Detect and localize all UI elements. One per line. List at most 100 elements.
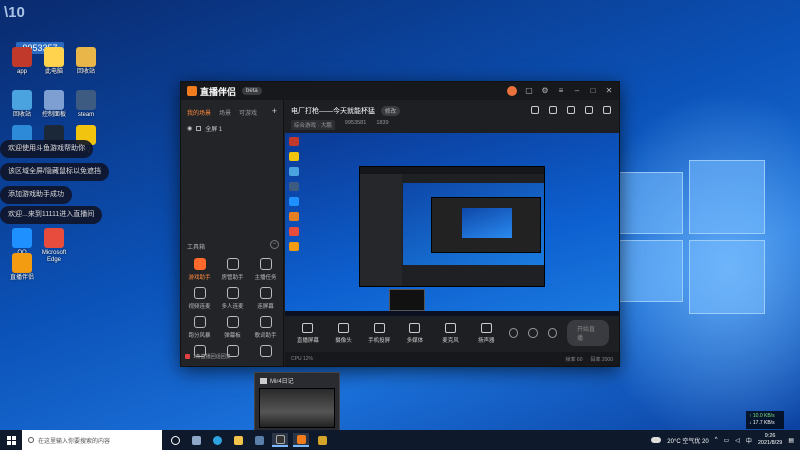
- record-control-icon[interactable]: [509, 328, 519, 338]
- tool-item[interactable]: 视频连麦: [183, 287, 216, 310]
- notification-center-icon[interactable]: ▤: [788, 437, 794, 444]
- menu-icon[interactable]: ≡: [557, 87, 565, 95]
- scene-type-icon: [196, 126, 202, 131]
- mic-settings-icon[interactable]: [528, 328, 538, 338]
- share-icon[interactable]: [603, 106, 611, 114]
- add-scene-icon[interactable]: +: [272, 107, 277, 117]
- tool-icon: [259, 316, 272, 328]
- tool-item[interactable]: 连屏幕: [249, 287, 282, 310]
- desktop-icon[interactable]: steam: [66, 90, 106, 119]
- popup-title: Mir4日记: [270, 379, 294, 385]
- notification-3[interactable]: 添加游戏助手成功: [0, 186, 72, 204]
- netspeed-widget: ↑ 10.0 KB/s ↓ 17.7 KB/s: [746, 411, 784, 429]
- desktop-icon-label: 回收站: [76, 69, 95, 75]
- app-logo-icon: [187, 86, 197, 96]
- tool-item[interactable]: 房管助手: [216, 258, 249, 281]
- tool-item[interactable]: 跑分风暴: [183, 316, 216, 339]
- tools-close-icon[interactable]: −: [270, 240, 279, 249]
- clock-time: 9:26: [764, 433, 776, 439]
- lock-icon[interactable]: [567, 106, 575, 114]
- tab-scenes[interactable]: 场景: [219, 108, 231, 117]
- scene-tabs: 我的场景 场景 可游戏 +: [181, 100, 283, 121]
- status-cpu: CPU 12%: [291, 356, 313, 362]
- taskbar-steam[interactable]: [251, 433, 267, 447]
- source-control[interactable]: 扬声器: [473, 322, 499, 344]
- room-header: 电厂打枪——今天就能杯猛 修改 综合游戏 · 大鹏 9953581 1839: [285, 100, 619, 134]
- tab-my-scenes[interactable]: 我的场景: [187, 108, 211, 117]
- clock[interactable]: 9:26 2021/8/29: [758, 433, 782, 447]
- taskbar-preview-popup[interactable]: Mir4日记: [254, 372, 340, 434]
- tool-item[interactable]: [249, 345, 282, 360]
- user-avatar[interactable]: [507, 86, 517, 96]
- source-control[interactable]: 手机投屏: [366, 322, 392, 344]
- desktop-icon-image: [12, 253, 32, 273]
- tool-item[interactable]: 弹幕板: [216, 316, 249, 339]
- tool-item[interactable]: 主播任务: [249, 258, 282, 281]
- message-icon[interactable]: ▢: [525, 87, 533, 95]
- network-icon[interactable]: ▭: [724, 437, 730, 444]
- taskbar-search[interactable]: 在这里输入你要搜索的内容: [22, 430, 162, 450]
- taskbar-edge[interactable]: [209, 433, 225, 447]
- taskbar-explorer[interactable]: [230, 433, 246, 447]
- desktop-icon-image: [76, 47, 96, 67]
- close-icon[interactable]: ✕: [605, 87, 613, 95]
- taskbar-game-app[interactable]: [314, 433, 330, 447]
- maximize-icon[interactable]: □: [589, 87, 597, 95]
- desktop-icon-image: [12, 47, 32, 67]
- notification-2[interactable]: 该区域全屏/隐藏鼠标以免遮挡: [0, 163, 109, 181]
- source-control-label: 多媒体: [406, 337, 424, 344]
- taskbar-widgets[interactable]: [188, 433, 204, 447]
- source-controls: 直播屏幕 摄像头 手机投屏 多媒体 麦克风 扬声器 开始直播: [285, 316, 619, 350]
- desktop-icon[interactable]: 回收站: [66, 47, 106, 76]
- version-badge[interactable]: beta: [242, 87, 262, 95]
- stream-preview[interactable]: [285, 133, 619, 316]
- status-bitrate: 码率 2000: [590, 356, 613, 363]
- source-control[interactable]: 麦克风: [438, 322, 464, 344]
- source-control[interactable]: 摄像头: [331, 322, 357, 344]
- left-status: 1条直播回话回复: [185, 353, 231, 360]
- scene-item[interactable]: ◉ 全屏 1: [181, 121, 283, 136]
- ime-indicator[interactable]: 中: [746, 436, 752, 445]
- source-control-icon: [480, 322, 492, 333]
- taskbar-video-app[interactable]: [272, 433, 288, 447]
- record-icon: [185, 354, 190, 359]
- net-download: ↓ 17.7 KB/s: [749, 420, 775, 426]
- gift-icon[interactable]: [531, 106, 539, 114]
- notification-1[interactable]: 欢迎使用斗鱼游戏帮助你: [0, 140, 93, 158]
- minimize-icon[interactable]: –: [573, 87, 581, 95]
- desktop-icon[interactable]: 直播伴侣: [2, 253, 42, 282]
- start-button[interactable]: [0, 430, 22, 450]
- windows-taskbar: 在这里输入你要搜索的内容 20°C 空气优 20 ^ ▭ ◁ 中 9:26 20…: [0, 430, 800, 450]
- notification-4[interactable]: 欢迎...来到11111进入直播间: [0, 206, 103, 224]
- tool-item[interactable]: 多人连麦: [216, 287, 249, 310]
- source-control[interactable]: 多媒体: [402, 322, 428, 344]
- app-status-bar: CPU 12% 帧率 60 码率 2000: [285, 352, 619, 366]
- taskbar-stream-app[interactable]: [293, 433, 309, 447]
- tool-item[interactable]: 游戏助手: [183, 258, 216, 281]
- edit-title-button[interactable]: 修改: [381, 106, 401, 116]
- room-category[interactable]: 综合游戏 · 大鹏: [291, 120, 335, 130]
- volume-icon[interactable]: ◁: [735, 437, 740, 444]
- preview-thumbnail: [389, 289, 425, 311]
- weather-icon[interactable]: [651, 437, 662, 443]
- weather-text[interactable]: 20°C 空气优 20: [667, 436, 708, 445]
- tool-item[interactable]: 歌词助手: [249, 316, 282, 339]
- source-control-label: 摄像头: [335, 337, 352, 344]
- left-panel: 我的场景 场景 可游戏 + ◉ 全屏 1 工具箱 − 游戏助手 房管助手 主播任务视…: [181, 100, 284, 366]
- app-titlebar: 直播伴侣 beta ▢ ⚙ ≡ – □ ✕: [181, 82, 619, 100]
- status-fps: 帧率 60: [565, 356, 583, 363]
- go-live-button[interactable]: 开始直播: [567, 320, 610, 346]
- desktop-icon-image: [76, 90, 96, 110]
- tool-icon: [193, 316, 206, 328]
- source-control[interactable]: 直播屏幕: [295, 322, 321, 344]
- eye-icon[interactable]: ◉: [187, 125, 192, 132]
- settings-icon[interactable]: ⚙: [541, 87, 549, 95]
- camera-icon[interactable]: [549, 106, 557, 114]
- desktop-icon-image: [44, 47, 64, 67]
- taskview-button[interactable]: [167, 433, 183, 447]
- more-settings-icon[interactable]: [547, 328, 558, 338]
- tab-games[interactable]: 可游戏: [239, 108, 257, 117]
- bell-icon[interactable]: [585, 106, 593, 114]
- video-icon: [260, 377, 267, 384]
- tray-chevron-icon[interactable]: ^: [715, 437, 718, 443]
